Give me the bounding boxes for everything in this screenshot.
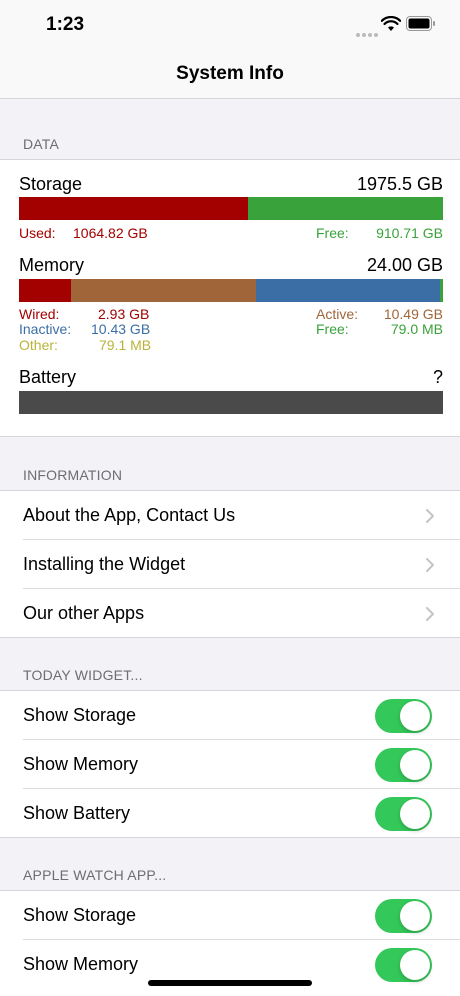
- other-apps-row[interactable]: Our other Apps: [0, 589, 460, 638]
- installing-widget-label: Installing the Widget: [23, 554, 186, 574]
- about-app-row[interactable]: About the App, Contact Us: [0, 491, 460, 540]
- installing-widget-row[interactable]: Installing the Widget: [0, 540, 460, 589]
- watch-show-memory-label: Show Memory: [23, 954, 139, 974]
- memory-inactive-label: Inactive:: [19, 321, 72, 337]
- status-bar: 1:23: [0, 0, 460, 50]
- battery-value: ?: [432, 367, 443, 387]
- page-title: System Info: [176, 63, 284, 84]
- home-indicator[interactable]: [148, 980, 312, 986]
- battery-icon: [406, 16, 435, 31]
- storage-free-label: Free:: [316, 225, 349, 241]
- chevron-right-icon: [426, 607, 434, 621]
- widget-show-battery-label: Show Battery: [23, 803, 131, 823]
- memory-wired-value: 2.93 GB: [98, 306, 150, 322]
- memory-free-segment: [440, 279, 443, 302]
- storage-used-label: Used:: [19, 225, 56, 241]
- memory-free-label: Free:: [316, 321, 349, 337]
- memory-free-value: 79.0 MB: [390, 321, 443, 337]
- memory-other-label: Other:: [19, 337, 58, 353]
- toggle-knob: [400, 901, 430, 931]
- storage-free-segment: [247, 197, 443, 220]
- memory-active-value: 10.49 GB: [383, 306, 443, 322]
- toggle-knob: [400, 701, 430, 731]
- widget-show-battery-row: Show Battery: [0, 789, 460, 838]
- today-widget-card: Show Storage Show Memory Show Battery: [0, 690, 460, 838]
- watch-show-memory-toggle[interactable]: [375, 948, 432, 982]
- chevron-right-icon: [426, 558, 434, 572]
- status-time: 1:23: [46, 14, 85, 35]
- chevron-right-icon: [426, 509, 434, 523]
- other-apps-label: Our other Apps: [23, 603, 145, 623]
- section-header-today-widget: TODAY WIDGET...: [23, 667, 143, 683]
- storage-total: 1975.5 GB: [356, 174, 443, 194]
- memory-bar: [19, 279, 443, 302]
- section-header-data: DATA: [23, 136, 60, 152]
- toggle-knob: [400, 799, 430, 829]
- signal-dots-icon: [356, 24, 380, 42]
- toggle-knob: [400, 950, 430, 980]
- watch-show-storage-row: Show Storage: [0, 891, 460, 940]
- memory-active-label: Active:: [316, 306, 359, 322]
- battery-label: Battery: [19, 367, 77, 387]
- watch-show-storage-toggle[interactable]: [375, 899, 432, 933]
- about-app-label: About the App, Contact Us: [23, 505, 236, 525]
- widget-show-storage-row: Show Storage: [0, 691, 460, 740]
- storage-free-value: 910.71 GB: [376, 225, 443, 241]
- wifi-icon: [381, 16, 401, 31]
- battery-bar: [19, 391, 443, 414]
- data-card: Storage 1975.5 GB Used: 1064.82 GB Free:…: [0, 159, 460, 437]
- toggle-knob: [400, 750, 430, 780]
- memory-inactive-value: 10.43 GB: [91, 321, 151, 337]
- widget-show-memory-toggle[interactable]: [375, 748, 432, 782]
- memory-inactive-segment: [255, 279, 440, 302]
- widget-show-battery-toggle[interactable]: [375, 797, 432, 831]
- widget-show-memory-row: Show Memory: [0, 740, 460, 789]
- widget-show-storage-toggle[interactable]: [375, 699, 432, 733]
- section-header-apple-watch: APPLE WATCH APP...: [23, 867, 167, 883]
- memory-total: 24.00 GB: [366, 255, 443, 275]
- memory-wired-label: Wired:: [19, 306, 60, 322]
- widget-show-storage-label: Show Storage: [23, 705, 137, 725]
- section-header-information: INFORMATION: [23, 467, 123, 483]
- memory-active-segment: [70, 279, 256, 302]
- memory-wired-segment: [19, 279, 71, 302]
- storage-label: Storage: [19, 174, 83, 194]
- storage-used-value: 1064.82 GB: [73, 225, 148, 241]
- watch-show-storage-label: Show Storage: [23, 905, 137, 925]
- storage-bar: [19, 197, 443, 220]
- information-card: About the App, Contact Us Installing the…: [0, 490, 460, 638]
- storage-used-segment: [19, 197, 248, 220]
- navigation-bar: System Info: [0, 50, 460, 99]
- memory-other-value: 79.1 MB: [99, 337, 152, 353]
- memory-label: Memory: [19, 255, 85, 275]
- widget-show-memory-label: Show Memory: [23, 754, 139, 774]
